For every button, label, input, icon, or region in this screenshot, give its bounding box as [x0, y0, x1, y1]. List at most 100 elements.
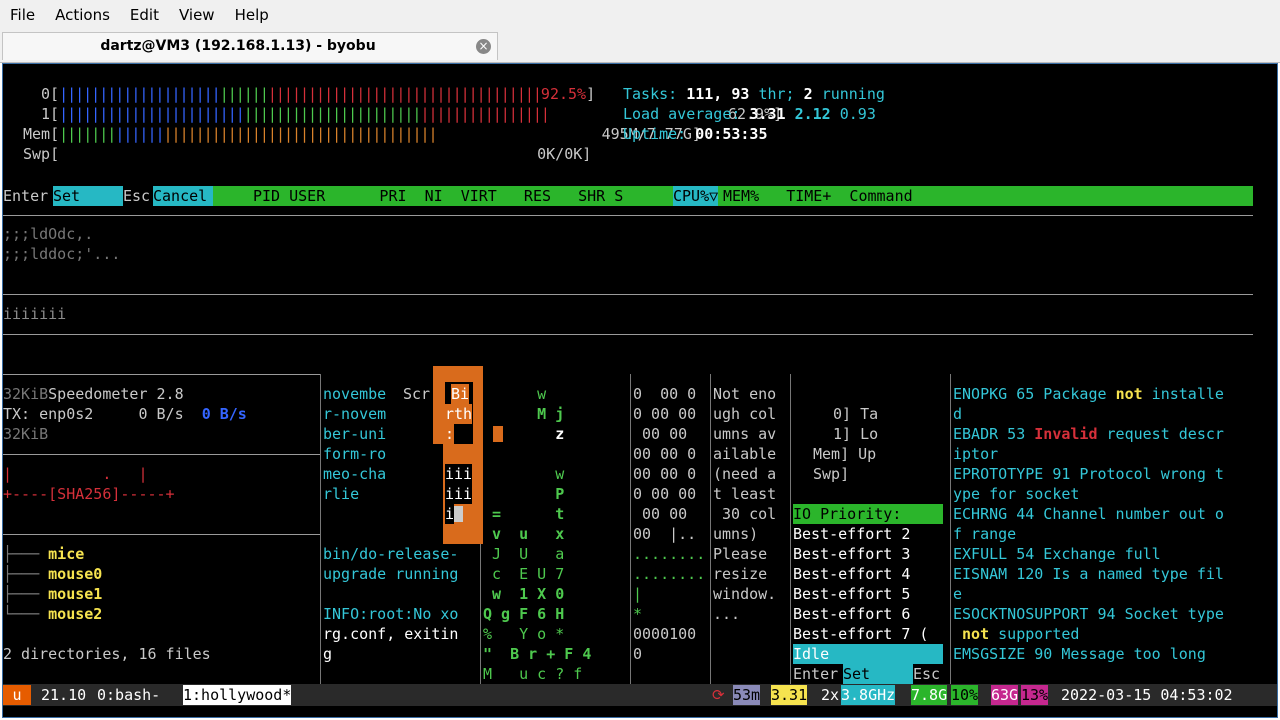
bird-text: :	[445, 424, 455, 444]
hex-line: ........	[633, 565, 706, 583]
errno-line: EPROTOTYPE 91 Protocol wrong t	[953, 465, 1224, 483]
message-line: ailable	[713, 445, 777, 463]
hex-line: 0000100	[633, 625, 697, 643]
divider	[3, 334, 1253, 335]
io-option[interactable]: Best-effort 2	[793, 524, 910, 544]
text-line: bin/do-release-	[323, 545, 459, 563]
menu-view[interactable]: View	[169, 6, 225, 24]
set-button[interactable]: Set	[53, 186, 123, 206]
bird-text: Bi	[451, 384, 470, 404]
io-option[interactable]: Best-effort 3	[793, 544, 910, 564]
divider	[3, 534, 321, 535]
matrix-line: z	[483, 425, 565, 443]
io-priority-title: IO Priority:	[793, 504, 943, 524]
load-average: Load average: 3.31 2.12 0.93	[623, 105, 876, 123]
tree-item: ├─── mouse0	[3, 565, 103, 583]
errno-line: ENOPKG 65 Package not installe	[953, 385, 1224, 403]
bird-text: iii	[445, 464, 473, 484]
message-line: Please	[713, 545, 768, 563]
set-button[interactable]: Set	[843, 664, 913, 684]
errno-line: iptor	[953, 445, 999, 463]
tree-item: └─── mouse2	[3, 605, 103, 623]
message-line: umns)	[713, 525, 759, 543]
process-header: Enter Set Esc Cancel PID USER PRI NI VIR…	[3, 186, 1253, 206]
cancel-button[interactable]: Cancel	[153, 186, 213, 206]
cpu-freq: 3.8GHz	[841, 685, 896, 705]
menu-actions[interactable]: Actions	[45, 6, 120, 24]
matrix-line: = t	[483, 505, 565, 523]
hex-line: 0 00 00	[633, 485, 697, 503]
matrix-line: c E U 7	[483, 565, 565, 583]
matrix-line: " B r + F 4	[483, 645, 592, 663]
io-option[interactable]: Best-effort 5	[793, 584, 910, 604]
window-tab-0[interactable]: 0:bash-	[97, 685, 160, 705]
tree-item: ├─── mice	[3, 545, 85, 563]
message-line: ugh col	[713, 405, 777, 423]
speed-tx: TX: enp0s2 0 B/s 0 B/s	[3, 405, 247, 423]
divider	[3, 215, 1253, 216]
terminal-tab[interactable]: dartz@VM3 (192.168.1.13) - byobu ×	[2, 32, 498, 60]
hex-line: 00 00 0	[633, 445, 697, 463]
hex-line: 00 00	[633, 505, 688, 523]
mini-meter: 1] Lo	[833, 425, 879, 443]
text-line: INFO:root:No xo	[323, 605, 459, 623]
matrix-line: w	[483, 385, 565, 403]
matrix-line: P	[483, 485, 565, 503]
text-line: upgrade running	[323, 565, 459, 583]
bird-art	[473, 382, 483, 444]
divider	[790, 374, 791, 684]
mem-pct: 10%	[951, 685, 979, 705]
errno-line: f range	[953, 525, 1017, 543]
menu-file[interactable]: File	[0, 6, 45, 24]
tree-summary: 2 directories, 16 files	[3, 645, 211, 663]
ascii-art-1: ;;;ldOdc,.	[3, 225, 94, 243]
divider	[3, 294, 1253, 295]
bird-text: rth	[445, 404, 473, 424]
column-headers-rest: MEM% TIME+ Command	[723, 187, 913, 205]
cursor	[454, 506, 463, 522]
tab-bar: dartz@VM3 (192.168.1.13) - byobu ×	[0, 30, 1280, 63]
tree-item: ├─── mouse1	[3, 585, 103, 603]
matrix-line: v u x	[483, 525, 565, 543]
hex-line: *	[633, 605, 643, 623]
hex-line: 00 |..	[633, 525, 697, 543]
disk-pct: 13%	[1021, 685, 1049, 705]
errno-line: EBADR 53 Invalid request descr	[953, 425, 1224, 443]
errno-line: EXFULL 54 Exchange full	[953, 545, 1161, 563]
text-line: rlie	[323, 485, 360, 503]
divider	[950, 374, 951, 684]
window-tab-1[interactable]: 1:hollywood*	[183, 685, 292, 705]
mini-meter: Mem] Up	[813, 445, 877, 463]
message-line: umns av	[713, 425, 777, 443]
matrix-line: M j	[483, 405, 565, 423]
divider	[320, 374, 321, 684]
divider	[3, 454, 321, 455]
divider	[3, 374, 321, 375]
menu-help[interactable]: Help	[225, 6, 279, 24]
io-option-selected[interactable]: Idle	[793, 644, 943, 664]
uptime-indicator: 53m	[733, 685, 761, 705]
column-cpu-sorted[interactable]: CPU%▽	[673, 186, 719, 206]
key-enter: Enter	[793, 665, 839, 683]
io-option[interactable]: Best-effort 7 (	[793, 624, 928, 644]
sha-art-2: +----[SHA256]-----+	[3, 485, 175, 503]
tasks-line: Tasks: 111, 93 thr; 2 running	[623, 85, 885, 103]
cpu-count: 2x	[821, 686, 840, 704]
text-line: r-novem	[323, 405, 387, 423]
mini-meter: Swp]	[813, 465, 850, 483]
message-line: 30 col	[713, 505, 777, 523]
hex-line: ........	[633, 545, 706, 563]
errno-line: EMSGSIZE 90 Message too long	[953, 645, 1206, 663]
ascii-art-2: ;;;lddoc;'...	[3, 245, 121, 263]
ascii-art-3: iiiiiii	[3, 305, 67, 323]
text-line: rg.conf, exitin	[323, 625, 459, 643]
menu-edit[interactable]: Edit	[120, 6, 169, 24]
text-line: form-ro	[323, 445, 387, 463]
close-icon[interactable]: ×	[476, 39, 491, 54]
updates-icon: ⟳	[712, 686, 725, 704]
io-option[interactable]: Best-effort 6	[793, 604, 910, 624]
terminal-window[interactable]: 0[||||||||||||||||||||||||||||||||||||||…	[2, 63, 1278, 718]
errno-line: not supported	[953, 625, 1080, 643]
io-option[interactable]: Best-effort 4	[793, 564, 910, 584]
divider	[630, 374, 631, 684]
